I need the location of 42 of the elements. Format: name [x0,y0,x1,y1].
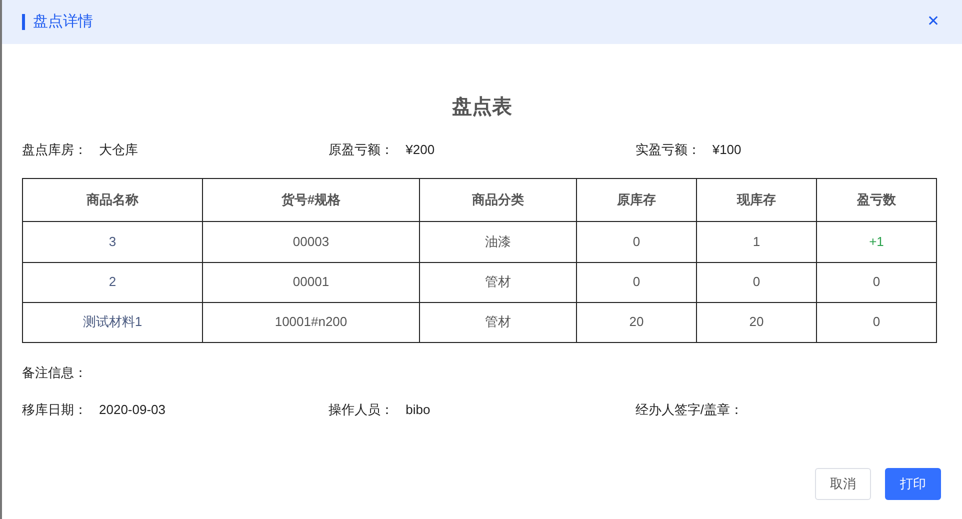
field-label: 移库日期： [22,401,87,419]
sheet-title: 盘点表 [451,95,513,120]
close-button[interactable]: ✕ [927,10,940,34]
field-value: 大仓库 [99,141,138,159]
table-cell: 20 [576,302,696,342]
table-cell: +1 [816,222,936,262]
table-cell: 10001#n200 [202,302,419,342]
column-header: 货号#规格 [202,178,419,220]
table-cell: 00001 [202,262,419,302]
field-label: 实盈亏额： [635,141,700,159]
table-cell: 0 [696,262,816,302]
table-cell: 管材 [419,262,576,302]
field-label: 经办人签字/盖章： [635,401,743,419]
print-button[interactable]: 打印 [885,468,941,500]
table-cell-text: 测试材料1 [82,313,144,332]
table-cell-text: 2 [108,273,118,292]
column-header: 原库存 [576,178,696,220]
column-header: 商品名称 [86,190,140,209]
table-cell: 0 [576,262,696,302]
table-cell: 1 [696,222,816,262]
table-cell: 油漆 [419,222,576,262]
column-header: 商品分类 [419,178,576,220]
column-header: 现库存 [696,178,816,220]
field-label: 原盈亏额： [328,141,394,159]
field-value: ¥200 [406,141,435,159]
table-cell: 管材 [419,302,576,342]
table-cell: 20 [696,302,816,342]
dialog-title: 盘点详情 [33,12,93,32]
table-cell: 00003 [202,222,419,262]
cancel-button[interactable]: 取消 [815,468,871,500]
field-value: ¥100 [712,141,742,159]
table-cell: 0 [816,302,936,342]
field-label: 操作人员： [328,401,394,419]
table-cell-text: 3 [108,232,118,251]
table-cell: 0 [816,262,936,302]
table-cell: 0 [576,222,696,262]
remark-label: 备注信息： [22,364,88,382]
column-header: 盈亏数 [816,178,936,220]
accent-bar [22,14,25,30]
field-label: 盘点库房： [22,141,87,159]
field-value: bibo [406,401,430,419]
field-value: 2020-09-03 [99,401,166,419]
